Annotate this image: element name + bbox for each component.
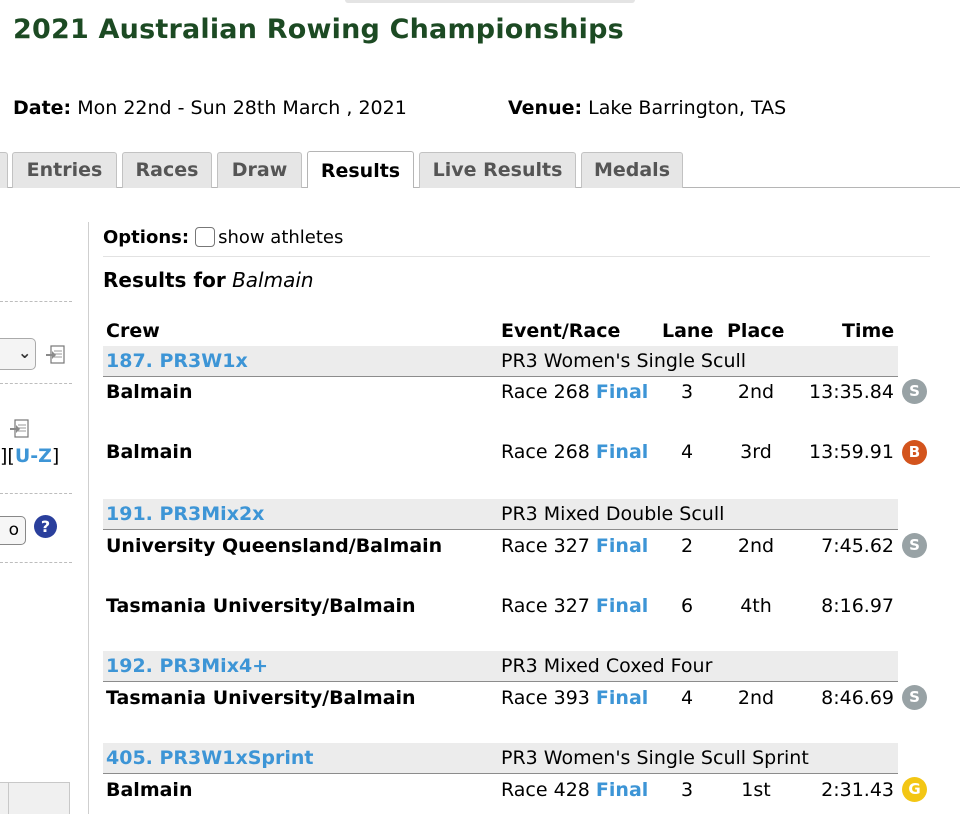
place-value: 2nd	[737, 687, 775, 709]
race-cell: Race 428 Final	[501, 779, 648, 801]
event-code-link[interactable]: 191. PR3Mix2x	[106, 503, 264, 525]
left-bottom-box[interactable]	[0, 782, 70, 814]
left-divider	[0, 493, 72, 494]
show-athletes-checkbox[interactable]	[195, 227, 216, 247]
race-stage-link[interactable]: Final	[596, 687, 648, 709]
time-value: 2:31.43	[821, 779, 894, 801]
time-value: 8:16.97	[821, 595, 894, 617]
event-venue: Venue: Lake Barrington, TAS	[508, 97, 786, 119]
venue-value: Lake Barrington, TAS	[588, 97, 787, 119]
tab-live-results[interactable]: Live Results	[419, 152, 576, 188]
time-value: 8:46.69	[821, 687, 894, 709]
event-code-link[interactable]: 187. PR3W1x	[106, 350, 248, 372]
results-club-name: Balmain	[232, 268, 314, 292]
crew-name: University Queensland/Balmain	[106, 535, 443, 557]
left-divider	[0, 383, 72, 384]
options-label: Options:	[103, 227, 190, 248]
race-number: Race 428	[501, 779, 590, 801]
event-name: PR3 Mixed Coxed Four	[501, 655, 713, 677]
chevron-down-icon: ⌄	[18, 343, 32, 362]
alphabet-link-u-z[interactable]: U-Z	[15, 445, 52, 467]
document-arrow-icon[interactable]	[45, 344, 67, 366]
event-name: PR3 Women's Single Scull Sprint	[501, 747, 809, 769]
go-button[interactable]: o	[0, 516, 26, 545]
time-value: 13:35.84	[809, 381, 894, 403]
race-stage-link[interactable]: Final	[596, 381, 648, 403]
place-value: 2nd	[737, 381, 775, 403]
race-number: Race 268	[501, 441, 590, 463]
date-label: Date:	[13, 97, 72, 119]
lane-value: 4	[680, 687, 694, 709]
place-value: 1st	[741, 779, 771, 801]
lane-value: 4	[680, 441, 694, 463]
event-code-link[interactable]: 405. PR3W1xSprint	[106, 747, 313, 769]
alphabet-bracket: ][	[0, 445, 15, 467]
page-title: 2021 Australian Rowing Championships	[13, 14, 624, 45]
lane-value: 3	[680, 381, 694, 403]
options-separator	[103, 256, 930, 257]
event-name: PR3 Women's Single Scull	[501, 350, 747, 372]
left-divider	[0, 301, 72, 302]
lane-value: 2	[680, 535, 694, 557]
left-bottom-box-divider	[8, 782, 9, 814]
options-bar: Options: show athletes	[103, 227, 343, 248]
race-number: Race 327	[501, 595, 590, 617]
venue-label: Venue:	[508, 97, 583, 119]
column-header-crew: Crew	[106, 320, 160, 342]
event-name: PR3 Mixed Double Scull	[501, 503, 725, 525]
race-cell: Race 393 Final	[501, 687, 648, 709]
race-cell: Race 268 Final	[501, 441, 648, 463]
column-header-time: Time	[842, 320, 895, 342]
race-number: Race 327	[501, 535, 590, 557]
content-divider	[88, 222, 89, 814]
silver-medal-icon: S	[902, 685, 927, 710]
bronze-medal-icon: B	[902, 440, 927, 465]
place-value: 4th	[740, 595, 772, 617]
results-heading: Results for Balmain	[103, 268, 314, 292]
time-value: 13:59.91	[809, 441, 894, 463]
date-value: Mon 22nd - Sun 28th March , 2021	[77, 97, 407, 119]
crew-name: Balmain	[106, 381, 193, 403]
crew-name: Balmain	[106, 441, 193, 463]
race-stage-link[interactable]: Final	[596, 595, 648, 617]
lane-value: 3	[680, 779, 694, 801]
event-date: Date: Mon 22nd - Sun 28th March , 2021	[13, 97, 407, 119]
race-cell: Race 327 Final	[501, 535, 648, 557]
column-header-place: Place	[727, 320, 785, 342]
column-header-event: Event/Race	[501, 320, 621, 342]
help-icon[interactable]: ?	[34, 515, 57, 538]
gold-medal-icon: G	[902, 777, 927, 802]
race-number: Race 393	[501, 687, 590, 709]
race-stage-link[interactable]: Final	[596, 779, 648, 801]
top-scroll-edge	[345, 0, 635, 3]
tab-medals[interactable]: Medals	[581, 152, 683, 188]
crew-name: Tasmania University/Balmain	[106, 687, 416, 709]
tab-results[interactable]: Results	[307, 151, 414, 188]
tab-races[interactable]: Races	[122, 152, 212, 188]
alphabet-bracket: ]	[51, 445, 60, 467]
race-number: Race 268	[501, 381, 590, 403]
race-cell: Race 327 Final	[501, 595, 648, 617]
tab-draw[interactable]: Draw	[217, 152, 302, 188]
crew-name: Balmain	[106, 779, 193, 801]
document-arrow-icon[interactable]	[9, 418, 31, 440]
show-athletes-label[interactable]: show athletes	[218, 227, 343, 248]
race-cell: Race 268 Final	[501, 381, 648, 403]
tab-entries[interactable]: Entries	[12, 152, 117, 188]
event-code-link[interactable]: 192. PR3Mix4+	[106, 655, 268, 677]
left-divider	[0, 562, 72, 563]
crew-name: Tasmania University/Balmain	[106, 595, 416, 617]
silver-medal-icon: S	[902, 533, 927, 558]
race-stage-link[interactable]: Final	[596, 535, 648, 557]
time-value: 7:45.62	[821, 535, 894, 557]
column-header-lane: Lane	[662, 320, 714, 342]
results-for-label: Results for	[103, 268, 226, 292]
lane-value: 6	[680, 595, 694, 617]
silver-medal-icon: S	[902, 379, 927, 404]
tab-hidden-left[interactable]	[0, 152, 8, 188]
race-stage-link[interactable]: Final	[596, 441, 648, 463]
alphabet-filter: ][U-Z]	[0, 445, 59, 467]
place-value: 2nd	[737, 535, 775, 557]
place-value: 3rd	[740, 441, 772, 463]
